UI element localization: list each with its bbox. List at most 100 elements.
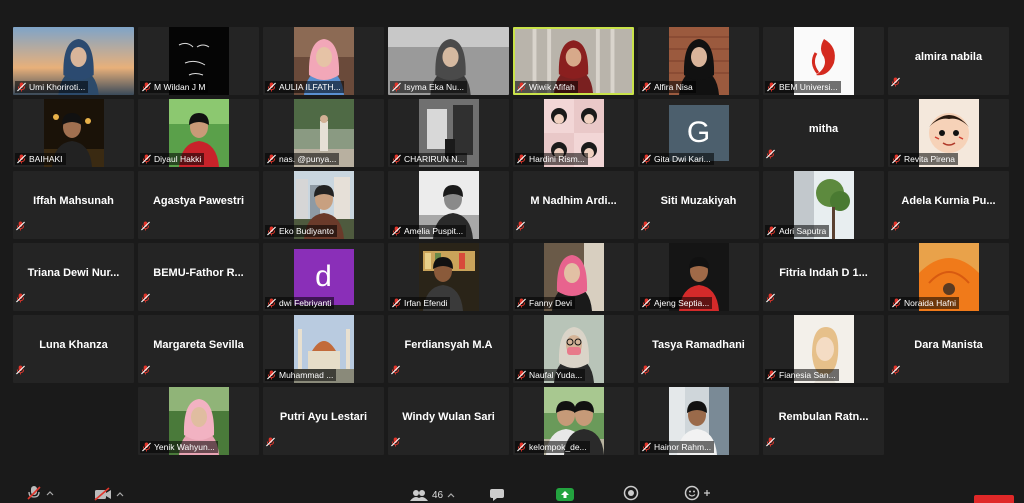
- participant-name: Fitria Indah D 1...: [779, 267, 868, 279]
- video-control[interactable]: [94, 487, 124, 501]
- participant-name: Yenik Wahyun...: [154, 442, 215, 452]
- share-screen-button[interactable]: [556, 488, 574, 501]
- microphone-muted-icon: [267, 154, 276, 164]
- participant-tile[interactable]: M Wildan J M: [138, 27, 259, 95]
- microphone-muted-icon: [392, 82, 401, 92]
- participant-tile[interactable]: Adri Saputra: [763, 171, 884, 239]
- participant-label: Ajeng Septia...: [640, 297, 713, 309]
- chevron-up-icon[interactable]: [46, 490, 54, 496]
- participant-tile[interactable]: Fitria Indah D 1...: [763, 243, 884, 311]
- participant-label: CHARIRUN N...: [390, 153, 468, 165]
- participant-tile[interactable]: Fianesia San...: [763, 315, 884, 383]
- participant-tile[interactable]: CHARIRUN N...: [388, 99, 509, 167]
- participant-tile[interactable]: d dwi Febriyanti: [263, 243, 384, 311]
- participant-tile[interactable]: Rembulan Ratn...: [763, 387, 884, 455]
- participant-tile[interactable]: Eko Budiyanto: [263, 171, 384, 239]
- mute-indicator: [641, 218, 650, 236]
- participant-tile[interactable]: BEM Universi...: [763, 27, 884, 95]
- participant-name: Agastya Pawestri: [152, 195, 245, 207]
- participant-name: Windy Wulan Sari: [402, 411, 495, 423]
- participant-tile[interactable]: Alfira Nisa: [638, 27, 759, 95]
- participant-name: Tasya Ramadhani: [652, 339, 745, 351]
- participant-tile[interactable]: AULIA ILFATH...: [263, 27, 384, 95]
- participant-tile[interactable]: almira nabila: [888, 27, 1009, 95]
- participant-tile[interactable]: Agastya Pawestri: [138, 171, 259, 239]
- record-button[interactable]: [623, 485, 639, 501]
- microphone-muted-icon: [267, 298, 276, 308]
- microphone-muted-icon: [267, 82, 276, 92]
- participant-tile[interactable]: Siti Muzakiyah: [638, 171, 759, 239]
- participant-name: Adela Kurnia Pu...: [901, 195, 996, 207]
- mute-indicator: [141, 290, 150, 308]
- participant-tile[interactable]: G Gita Dwi Kari...: [638, 99, 759, 167]
- participant-tile[interactable]: Umi Khoriroti...: [13, 27, 134, 95]
- participant-tile[interactable]: BAIHAKI: [13, 99, 134, 167]
- video-off-icon[interactable]: [94, 487, 112, 501]
- participant-tile[interactable]: kelompok_de...: [513, 387, 634, 455]
- participant-tile[interactable]: Iffah Mahsunah: [13, 171, 134, 239]
- microphone-muted-icon: [141, 293, 150, 303]
- participant-name: Muhammad ...: [279, 370, 334, 380]
- reactions-button[interactable]: [684, 485, 710, 501]
- participant-tile[interactable]: Putri Ayu Lestari: [263, 387, 384, 455]
- microphone-muted-icon[interactable]: [26, 485, 42, 501]
- participants-button[interactable]: 46: [410, 489, 455, 501]
- participant-tile[interactable]: Windy Wulan Sari: [388, 387, 509, 455]
- participant-tile[interactable]: Hardini Rism...: [513, 99, 634, 167]
- participant-tile[interactable]: Amelia Puspit...: [388, 171, 509, 239]
- participant-tile[interactable]: Noraida Hafni: [888, 243, 1009, 311]
- participant-name: AULIA ILFATH...: [279, 82, 341, 92]
- participant-tile[interactable]: Muhammad ...: [263, 315, 384, 383]
- participant-label: Gita Dwi Kari...: [640, 153, 714, 165]
- participant-name: nas. @punya...: [279, 154, 337, 164]
- leave-button[interactable]: [974, 495, 1014, 503]
- participant-tile[interactable]: Hainor Rahm...: [638, 387, 759, 455]
- participant-tile[interactable]: Diyaul Hakki: [138, 99, 259, 167]
- participant-tile[interactable]: BEMU-Fathor R...: [138, 243, 259, 311]
- microphone-muted-icon: [766, 437, 775, 447]
- participant-tile[interactable]: nas. @punya...: [263, 99, 384, 167]
- microphone-muted-icon: [641, 221, 650, 231]
- smiley-icon: [684, 485, 700, 501]
- leave-button-shape[interactable]: [974, 495, 1014, 503]
- participant-tile[interactable]: Fanny Devi: [513, 243, 634, 311]
- participant-tile[interactable]: mitha: [763, 99, 884, 167]
- participant-name: Alfira Nisa: [654, 82, 693, 92]
- chevron-up-icon[interactable]: [447, 492, 455, 498]
- participant-tile[interactable]: M Nadhim Ardi...: [513, 171, 634, 239]
- microphone-muted-icon: [391, 437, 400, 447]
- participant-name: Amelia Puspit...: [404, 226, 464, 236]
- participant-label: Adri Saputra: [765, 225, 830, 237]
- participant-tile[interactable]: Ferdiansyah M.A: [388, 315, 509, 383]
- microphone-muted-icon: [17, 154, 26, 164]
- mute-indicator: [516, 218, 525, 236]
- microphone-muted-icon: [767, 82, 776, 92]
- mute-indicator: [391, 434, 400, 452]
- microphone-muted-icon: [141, 221, 150, 231]
- mute-indicator: [766, 434, 775, 452]
- participant-tile[interactable]: Tasya Ramadhani: [638, 315, 759, 383]
- participant-tile[interactable]: Ajeng Septia...: [638, 243, 759, 311]
- participant-tile[interactable]: Adela Kurnia Pu...: [888, 171, 1009, 239]
- participant-name: Adri Saputra: [779, 226, 827, 236]
- participant-tile[interactable]: Naufal Yuda...: [513, 315, 634, 383]
- participant-label: kelompok_de...: [515, 441, 590, 453]
- participant-tile[interactable]: Luna Khanza: [13, 315, 134, 383]
- chevron-up-icon[interactable]: [116, 491, 124, 497]
- chat-button[interactable]: [489, 488, 505, 501]
- participant-name: almira nabila: [914, 51, 983, 63]
- mute-control[interactable]: [26, 485, 54, 501]
- participant-tile[interactable]: Triana Dewi Nur...: [13, 243, 134, 311]
- participant-tile[interactable]: Dara Manista: [888, 315, 1009, 383]
- participant-name: Diyaul Hakki: [154, 154, 202, 164]
- participant-tile[interactable]: Yenik Wahyun...: [138, 387, 259, 455]
- participant-tile[interactable]: Isyma Eka Nu...: [388, 27, 509, 95]
- participant-name: CHARIRUN N...: [404, 154, 465, 164]
- microphone-muted-icon: [392, 298, 401, 308]
- participant-tile[interactable]: Revita Pirena: [888, 99, 1009, 167]
- participant-tile[interactable]: Irfan Efendi: [388, 243, 509, 311]
- participant-tile[interactable]: Margareta Sevilla: [138, 315, 259, 383]
- participant-tile[interactable]: Wiwik Afifah: [513, 27, 634, 95]
- participant-name: Luna Khanza: [39, 339, 108, 351]
- microphone-muted-icon: [266, 437, 275, 447]
